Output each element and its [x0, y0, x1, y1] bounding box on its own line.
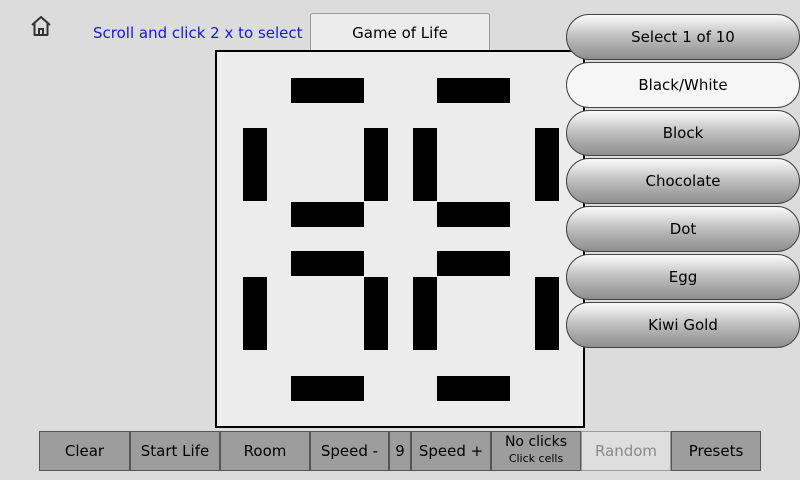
preset-item-chocolate[interactable]: Chocolate — [566, 158, 800, 204]
speed-minus-button[interactable]: Speed - — [310, 431, 389, 471]
live-cell-block — [291, 78, 364, 103]
preset-item-block[interactable]: Block — [566, 110, 800, 156]
click-mode-label: No clicks — [504, 434, 568, 450]
presets-button[interactable]: Presets — [671, 431, 761, 471]
live-cell-block — [364, 128, 388, 201]
preset-item-egg[interactable]: Egg — [566, 254, 800, 300]
live-cell-block — [413, 277, 437, 350]
speed-plus-button[interactable]: Speed + — [411, 431, 491, 471]
life-cells — [243, 78, 559, 401]
room-button[interactable]: Room — [220, 431, 310, 471]
page-title: Game of Life — [310, 13, 490, 51]
instruction-text: Scroll and click 2 x to select — [93, 24, 303, 42]
live-cell-block — [437, 376, 510, 401]
live-cell-block — [291, 376, 364, 401]
live-cell-block — [535, 128, 559, 201]
preset-item-dot[interactable]: Dot — [566, 206, 800, 252]
click-mode-sublabel: Click cells — [508, 452, 564, 465]
live-cell-block — [291, 251, 364, 276]
preset-item-black-white[interactable]: Black/White — [566, 62, 800, 108]
click-mode-button[interactable]: No clicks Click cells — [491, 431, 581, 471]
live-cell-block — [437, 202, 510, 227]
live-cell-block — [413, 128, 437, 201]
clear-button[interactable]: Clear — [39, 431, 130, 471]
live-cell-block — [291, 202, 364, 227]
preset-item-kiwi-gold[interactable]: Kiwi Gold — [566, 302, 800, 348]
live-cell-block — [535, 277, 559, 350]
random-button[interactable]: Random — [581, 431, 671, 471]
start-life-button[interactable]: Start Life — [130, 431, 220, 471]
live-cell-block — [243, 128, 267, 201]
preset-header-button[interactable]: Select 1 of 10 — [566, 14, 800, 60]
live-cell-block — [437, 251, 510, 276]
speed-value: 9 — [389, 431, 411, 471]
home-icon[interactable] — [29, 14, 53, 38]
live-cell-block — [437, 78, 510, 103]
life-grid[interactable] — [215, 50, 585, 428]
live-cell-block — [243, 277, 267, 350]
live-cell-block — [364, 277, 388, 350]
